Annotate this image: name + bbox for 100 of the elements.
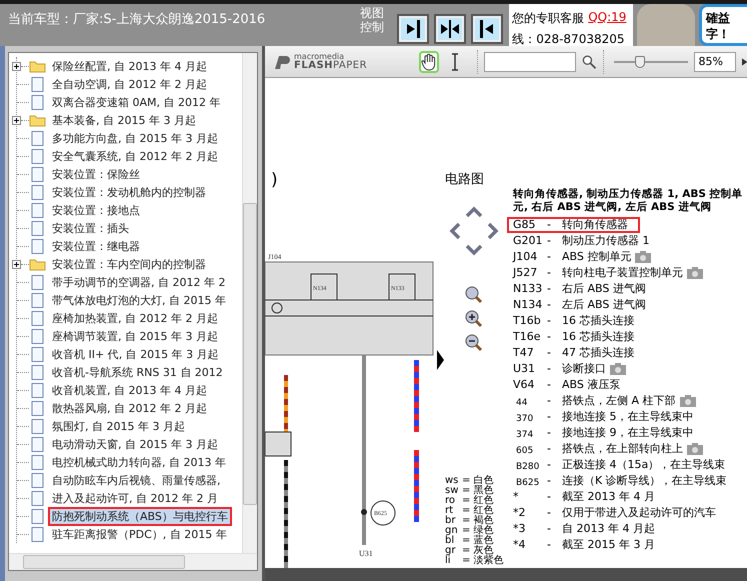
legend-dash: - [547,283,552,295]
expand-icon[interactable] [12,260,21,268]
color-name: 绿色 [473,526,494,536]
color-code: ws [445,476,459,486]
camera-icon[interactable] [680,395,696,407]
bracket-text: ) [271,172,279,189]
legend-code: B625 [515,476,540,488]
diagram-label: U31 [359,549,373,558]
tree-item[interactable]: 保险丝配置, 自 2013 年 4 月起 [48,56,211,76]
equals-sign: = [462,526,470,536]
page-icon [29,292,46,308]
camera-icon[interactable] [635,251,652,263]
legend-text: 截至 2013 年 4 月 [562,491,655,503]
tree-item[interactable]: 基本装备, 自 2015 年 3 月起 [48,110,200,130]
expand-icon[interactable] [12,62,21,70]
hand-icon [420,52,437,70]
tree-item[interactable]: 安装位置：插头 [48,218,133,238]
search-icon[interactable] [582,54,597,70]
tree-item[interactable]: 安全气囊系统, 自 2012 年 2 月起 [48,146,222,166]
vertical-scrollbar[interactable] [242,53,257,553]
triangle-icon[interactable] [742,58,747,66]
legend-text: 连接（K 诊断导线），在主导线束 [562,475,727,487]
color-code: li [445,556,451,566]
legend-code: *4 [513,539,526,551]
legend-dash: - [547,331,552,343]
tree-item[interactable]: 安装位置：继电器 [48,236,144,256]
tree-item[interactable]: 防抱死制动系统（ABS）与电控行车 [48,506,232,526]
legend-text: 47 芯插头连接 [562,347,634,359]
view-button[interactable] [471,14,504,44]
tree-item[interactable]: 安装位置：车内空间内的控制器 [48,254,210,274]
logo-subtitle: macromedia [294,52,346,60]
phone-number: 线：028-87038205 [512,31,626,46]
slider-thumb[interactable] [635,56,646,68]
legend-dash: - [547,347,552,359]
page-icon [29,76,46,92]
color-name: 蓝色 [473,536,494,546]
tree-item[interactable]: 收音机装置, 自 2013 年 4 月起 [48,380,211,400]
tree-item[interactable]: 氛围灯, 自 2015 年 3 月起 [48,416,189,436]
legend-dash: - [547,251,552,263]
page-icon [29,346,46,362]
mascot-picture [637,4,696,46]
tree-item[interactable]: 双离合器变速箱 0AM, 自 2012 年 [48,92,224,112]
page-icon [29,310,46,326]
color-name: 黑色 [473,486,494,496]
tree-item[interactable]: 带气体放电灯泡的大灯, 自 2015 年 [48,290,230,310]
tree-item[interactable]: 座椅加热装置, 自 2012 年 2 月起 [48,308,222,328]
tree-item[interactable]: 进入及起动许可, 自 2012 年 2 月 [48,488,222,508]
expand-icon[interactable] [12,116,21,124]
tree-item[interactable]: 收音机 II+ 代, 自 2015 年 3 月起 [48,344,223,364]
color-code: br [445,516,456,526]
tree-item[interactable]: 收音机-导航系统 RNS 31 自 2012 [48,362,227,382]
legend-dash: - [547,235,552,247]
magnifier-icon[interactable] [465,286,483,304]
zoom-out-icon[interactable] [465,334,483,352]
camera-icon[interactable] [687,443,703,455]
zoom-in-icon[interactable] [465,310,483,328]
page-icon [29,184,46,200]
legend-dash: - [547,475,552,487]
tree-item[interactable]: 安装位置：保险丝 [48,164,144,184]
tree-item[interactable]: 带手动调节的空调器, 自 2012 年 2 [48,272,230,292]
view-button[interactable] [397,14,430,44]
legend-code: U31 [513,363,536,375]
text-cursor-icon [451,52,460,70]
horizontal-scrollbar[interactable] [9,553,257,570]
tree-item[interactable]: 多功能方向盘, 自 2015 年 3 月起 [48,128,222,148]
camera-icon[interactable] [687,267,703,279]
tree-item[interactable]: 电动滑动天窗, 自 2015 年 3 月起 [48,434,222,454]
legend-text: 制动压力传感器 1 [562,235,650,247]
tree-item[interactable]: 电控机械式助力转向器, 自 2013 年 [48,452,230,472]
color-name: 红色 [473,496,494,506]
page-icon [29,166,46,182]
equals-sign: = [462,536,470,546]
view-button[interactable] [434,14,466,44]
legend-dash: - [547,411,552,423]
tree-item[interactable]: 自动防眩车内后视镜、雨量传感器, [48,470,224,490]
page-icon [29,454,46,470]
qq-link[interactable]: QQ:19 [588,10,626,27]
tree-item[interactable]: 全自动空调, 自 2012 年 2 月起 [48,74,211,94]
legend-dash: - [547,459,552,471]
arrows-converge-icon [440,19,460,39]
legend-code: *3 [513,523,526,535]
page-icon [29,202,46,218]
tree-item[interactable]: 驻车距离报警（PDC）, 自 2015 年 [48,524,231,544]
legend-code: B280 [515,460,540,472]
hand-tool-button[interactable] [418,50,440,72]
tree-item[interactable]: 安装位置：发动机舱内的控制器 [48,182,210,202]
legend-text: ABS 液压泵 [562,379,620,391]
folder-icon [29,113,46,127]
zoom-field[interactable]: 85% [694,52,736,72]
legend-dash: - [547,523,552,535]
search-field[interactable] [484,52,576,72]
tree-item[interactable]: 安装位置：接地点 [48,200,144,220]
tree-item[interactable]: 座椅调节装置, 自 2015 年 3 月起 [48,326,222,346]
legend-text: 转向柱电子装置控制单元 [562,267,683,279]
legend-code: 370 [515,412,534,424]
tree-item[interactable]: 散热器风扇, 自 2012 年 2 月起 [48,398,211,418]
legend-dash: - [547,299,552,311]
page-icon [29,382,46,398]
camera-icon[interactable] [610,363,626,375]
legend-text: 搭铁点，在上部转向柱上 [562,443,683,455]
